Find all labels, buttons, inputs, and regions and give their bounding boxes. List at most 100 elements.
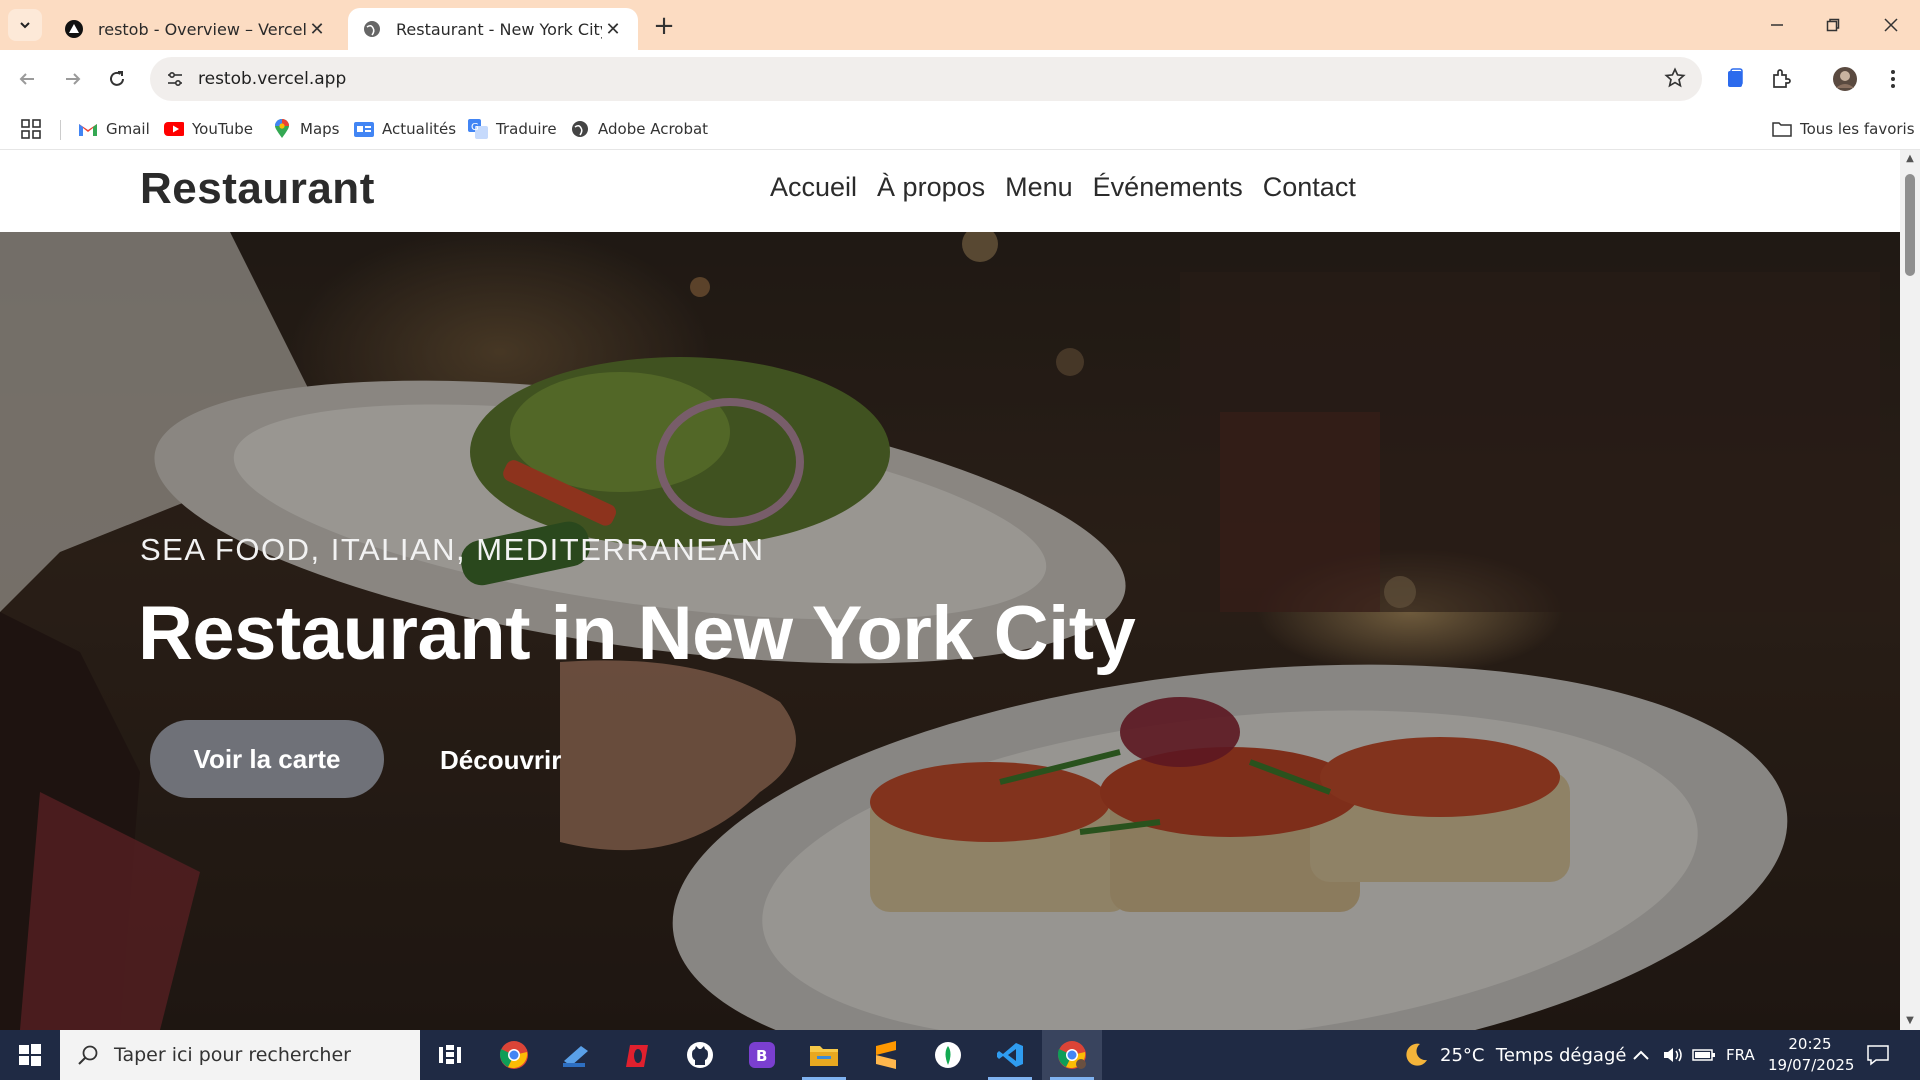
bookmark-maps[interactable]: Maps xyxy=(272,116,339,142)
maps-icon xyxy=(272,119,292,139)
reload-icon xyxy=(110,71,124,86)
bookmarks-bar: Gmail YouTube Maps Actualités G Traduire… xyxy=(0,108,1920,150)
bookmark-star-icon[interactable] xyxy=(1664,67,1686,93)
github-taskbar-icon[interactable] xyxy=(670,1030,730,1080)
apps-grid-icon xyxy=(21,119,41,139)
language-indicator[interactable]: FRA xyxy=(1726,1030,1755,1080)
bookmark-translate[interactable]: G Traduire xyxy=(468,116,557,142)
bookmark-adobe-acrobat[interactable]: Adobe Acrobat xyxy=(570,116,708,142)
page-scrollbar[interactable]: ▲ ▼ xyxy=(1900,150,1920,1030)
folder-icon xyxy=(1772,119,1792,139)
site-header: Restaurant Accueil À propos Menu Événeme… xyxy=(0,150,1900,232)
extensions-icon[interactable] xyxy=(1764,62,1798,96)
forward-button[interactable] xyxy=(56,62,90,96)
minimize-icon xyxy=(1771,24,1783,26)
clock-time: 20:25 xyxy=(1788,1035,1832,1053)
bookmark-label: Maps xyxy=(300,120,340,138)
weather-widget[interactable]: 25°C Temps dégagé xyxy=(1400,1030,1626,1080)
mongodb-taskbar-icon[interactable] xyxy=(918,1030,978,1080)
nav-link-menu[interactable]: Menu xyxy=(1005,172,1073,203)
close-tab-icon[interactable]: ✕ xyxy=(306,18,328,40)
gmail-icon xyxy=(78,119,98,139)
nav-link-evenements[interactable]: Événements xyxy=(1093,172,1243,203)
windows-icon xyxy=(19,1044,41,1066)
scroll-down-icon[interactable]: ▼ xyxy=(1904,1016,1916,1026)
address-bar[interactable]: restob.vercel.app xyxy=(150,57,1702,101)
notifications-icon[interactable] xyxy=(1866,1030,1890,1080)
taskbar: Taper ici pour rechercher B 25°C Temps d… xyxy=(0,1030,1920,1080)
all-bookmarks-button[interactable]: Tous les favoris xyxy=(1772,116,1915,142)
file-explorer-taskbar-icon[interactable] xyxy=(794,1030,854,1080)
bookmark-gmail[interactable]: Gmail xyxy=(78,116,150,142)
search-icon xyxy=(76,1043,100,1067)
restore-button[interactable] xyxy=(1810,10,1856,40)
view-menu-button[interactable]: Voir la carte xyxy=(150,720,384,798)
opera-taskbar-icon[interactable] xyxy=(608,1030,668,1080)
translate-icon: G xyxy=(468,119,488,139)
bookmark-label: Adobe Acrobat xyxy=(598,120,709,138)
url-text: restob.vercel.app xyxy=(198,69,347,89)
globe-icon xyxy=(362,19,382,39)
bookmark-label: YouTube xyxy=(192,120,253,138)
globe-icon xyxy=(570,119,590,139)
nav-link-accueil[interactable]: Accueil xyxy=(770,172,857,203)
close-tab-icon[interactable]: ✕ xyxy=(602,18,624,40)
clock-date: 19/07/2025 xyxy=(1768,1056,1855,1074)
tab-restaurant[interactable]: Restaurant - New York City ✕ xyxy=(348,8,638,50)
scroll-up-icon[interactable]: ▲ xyxy=(1904,154,1916,164)
browser-titlebar: restob - Overview – Vercel ✕ Restaurant … xyxy=(0,0,1920,50)
task-view-icon[interactable] xyxy=(420,1030,480,1080)
news-icon xyxy=(354,119,374,139)
chrome-profile-taskbar-icon[interactable] xyxy=(1042,1030,1102,1080)
nav-link-a-propos[interactable]: À propos xyxy=(877,172,985,203)
search-placeholder: Taper ici pour rechercher xyxy=(114,1044,351,1066)
site-logo[interactable]: Restaurant xyxy=(140,164,375,214)
restore-icon xyxy=(1826,18,1840,32)
tab-search-button[interactable] xyxy=(8,9,42,41)
weather-text: 25°C Temps dégagé xyxy=(1440,1044,1627,1066)
reload-button[interactable] xyxy=(100,62,134,96)
minimize-button[interactable] xyxy=(1754,10,1800,40)
bookmarks-separator xyxy=(60,120,61,140)
bookmark-youtube[interactable]: YouTube xyxy=(164,116,253,142)
youtube-icon xyxy=(164,119,184,139)
app-taskbar-icon[interactable] xyxy=(546,1030,606,1080)
arrow-right-icon xyxy=(66,73,81,85)
tab-vercel[interactable]: restob - Overview – Vercel ✕ xyxy=(50,8,342,50)
bookmark-news[interactable]: Actualités xyxy=(354,116,456,142)
volume-icon[interactable] xyxy=(1662,1030,1686,1080)
hero-section: SEA FOOD, ITALIAN, MEDITERRANEAN Restaur… xyxy=(0,232,1900,1030)
clock[interactable]: 20:25 19/07/2025 xyxy=(1768,1034,1855,1076)
bookmark-label: Tous les favoris xyxy=(1800,120,1915,138)
bookmark-label: Gmail xyxy=(106,120,150,138)
nav-link-contact[interactable]: Contact xyxy=(1263,172,1356,203)
browser-toolbar: restob.vercel.app xyxy=(0,50,1920,108)
discover-link[interactable]: Découvrir xyxy=(440,732,561,788)
scrollbar-thumb[interactable] xyxy=(1905,174,1915,276)
back-button[interactable] xyxy=(10,62,44,96)
new-tab-button[interactable]: + xyxy=(650,11,678,41)
more-menu-icon[interactable] xyxy=(1876,62,1910,96)
hero-subtitle: SEA FOOD, ITALIAN, MEDITERRANEAN xyxy=(140,532,765,567)
chrome-taskbar-icon[interactable] xyxy=(484,1030,544,1080)
svg-text:G: G xyxy=(471,122,479,133)
vscode-taskbar-icon[interactable] xyxy=(980,1030,1040,1080)
taskbar-search[interactable]: Taper ici pour rechercher xyxy=(60,1030,420,1080)
reading-mode-icon[interactable] xyxy=(1718,62,1752,96)
chevron-up-icon xyxy=(1633,1050,1649,1060)
profile-avatar[interactable] xyxy=(1828,62,1862,96)
arrow-left-icon xyxy=(19,73,34,85)
tab-label: restob - Overview – Vercel xyxy=(98,19,306,39)
svg-text:B: B xyxy=(756,1047,767,1065)
bookmark-label: Traduire xyxy=(496,120,557,138)
sublime-taskbar-icon[interactable] xyxy=(856,1030,916,1080)
apps-button[interactable] xyxy=(20,116,42,142)
battery-icon[interactable] xyxy=(1692,1030,1716,1080)
close-icon xyxy=(1884,18,1898,32)
show-hidden-icons[interactable] xyxy=(1632,1030,1650,1080)
moon-icon xyxy=(1406,1043,1427,1066)
start-button[interactable] xyxy=(0,1030,60,1080)
site-info-icon[interactable] xyxy=(164,68,186,90)
close-window-button[interactable] xyxy=(1868,10,1914,40)
bootstrap-taskbar-icon[interactable]: B xyxy=(732,1030,792,1080)
